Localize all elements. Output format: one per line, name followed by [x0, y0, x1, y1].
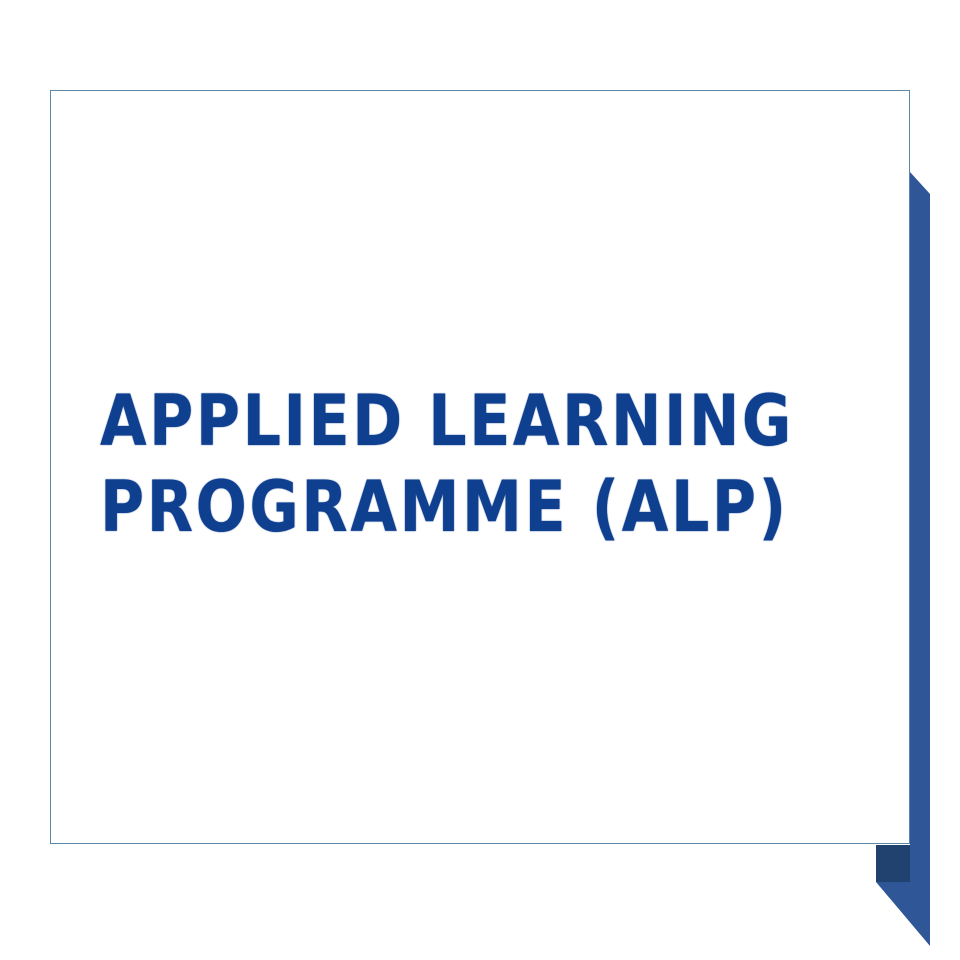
slide-title: APPLIED LEARNING PROGRAMME (ALP): [100, 378, 794, 550]
title-line-2: PROGRAMME (ALP): [100, 466, 789, 548]
title-line-1: APPLIED LEARNING: [100, 380, 794, 462]
ribbon-fold-shadow: [876, 845, 910, 882]
slide: APPLIED LEARNING PROGRAMME (ALP): [0, 0, 960, 960]
